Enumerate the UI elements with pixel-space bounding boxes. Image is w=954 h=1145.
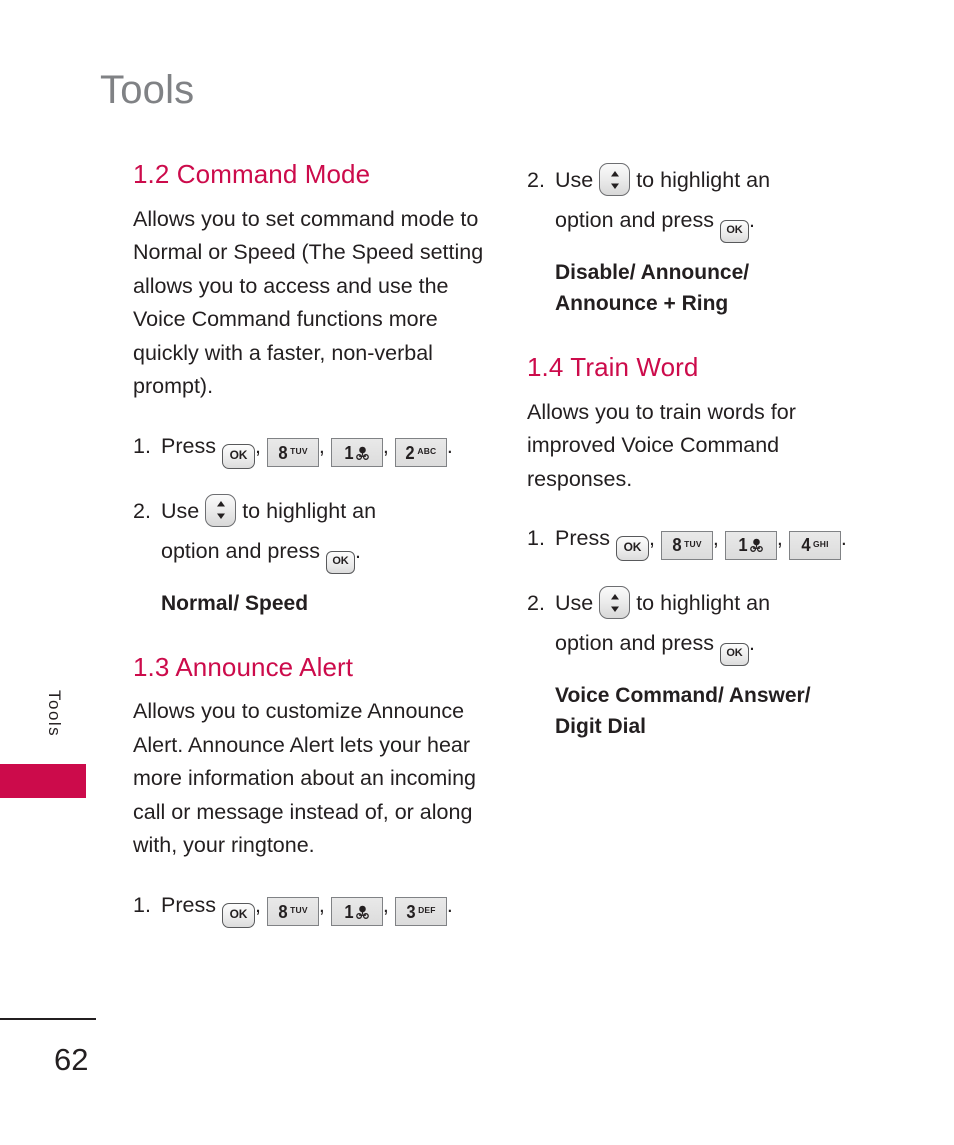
- section-heading: 1.2 Command Mode: [133, 159, 371, 189]
- keypad-4-ghi-icon: 4 GHI: [788, 530, 841, 560]
- options-list-line1: Disable/ Announce/: [555, 261, 750, 284]
- key-sublabel: ABC: [417, 446, 437, 457]
- key-sublabel: DEF: [418, 905, 436, 916]
- step-text: to highlight an: [636, 591, 771, 616]
- step-text: option and press: [555, 631, 714, 656]
- ok-key-icon: OK: [615, 536, 649, 562]
- right-column: 2. Use to highlight an option and press …: [527, 160, 887, 742]
- key-digit: 1: [738, 535, 748, 556]
- navigation-up-down-icon: [599, 586, 631, 620]
- keypad-1-voicemail-icon: 1: [724, 530, 777, 560]
- step-number: 2.: [527, 168, 545, 192]
- key-digit: 4: [801, 535, 811, 556]
- keypad-2-abc-icon: 2 ABC: [394, 438, 447, 468]
- comma: ,: [254, 892, 261, 917]
- key-digit: 8: [278, 442, 288, 463]
- keypad-3-def-icon: 3 DEF: [394, 897, 447, 927]
- keypad-8-tuv-icon: 8 TUV: [266, 438, 319, 468]
- section-announce-alert: 1.3 Announce Alert Allows you to customi…: [133, 651, 493, 928]
- keypad-1-voicemail-icon: 1: [330, 438, 383, 468]
- step-text: option and press: [161, 538, 320, 563]
- section-body: Allows you to set command mode to Normal…: [133, 206, 484, 399]
- ok-key-icon: OK: [719, 220, 749, 243]
- key-digit: 1: [344, 442, 354, 463]
- options-list: Normal/ Speed: [161, 591, 309, 615]
- key-digit: 3: [406, 901, 416, 922]
- step-press: 1. Press OK, 8 TUV , 1: [133, 885, 493, 928]
- section-command-mode: 1.2 Command Mode Allows you to set comma…: [133, 160, 493, 619]
- comma: ,: [648, 526, 655, 551]
- step-use-navigation: 2. Use to highlight an option and press …: [133, 491, 493, 574]
- ok-key-icon: OK: [325, 550, 355, 574]
- comma: ,: [318, 433, 325, 458]
- step-verb: Use: [161, 498, 200, 523]
- step-text: to highlight an: [636, 168, 771, 192]
- step-verb: Press: [161, 892, 216, 917]
- step-press: 1. Press OK, 8 TUV , 1: [133, 426, 493, 469]
- options-list-line1: Voice Command/ Answer/: [555, 684, 811, 708]
- step-number: 2.: [133, 498, 151, 523]
- comma: ,: [254, 433, 261, 458]
- section-body: Allows you to train words for improved V…: [527, 399, 796, 491]
- options-list-line2: Digit Dial: [555, 715, 647, 739]
- step-verb: Use: [555, 591, 594, 616]
- step-number: 1.: [133, 892, 151, 917]
- ok-key-icon: OK: [719, 643, 749, 667]
- step-number: 1.: [527, 526, 545, 551]
- step-number: 2.: [527, 591, 545, 616]
- page-number: 62: [54, 1042, 89, 1077]
- step-press: 1. Press OK, 8 TUV , 1: [527, 518, 887, 562]
- step-number: 1.: [133, 433, 151, 458]
- section-heading: 1.3 Announce Alert: [133, 651, 354, 682]
- navigation-up-down-icon: [205, 493, 237, 527]
- options-list-line2: Announce + Ring: [555, 292, 729, 315]
- key-sublabel: TUV: [290, 905, 308, 916]
- section-heading: 1.4 Train Word: [527, 352, 699, 382]
- ok-key-icon: OK: [221, 902, 255, 928]
- comma: ,: [776, 526, 783, 551]
- period: .: [748, 208, 755, 232]
- comma: ,: [712, 526, 719, 551]
- ok-key-icon: OK: [221, 443, 255, 469]
- key-digit: 2: [405, 442, 415, 463]
- comma: ,: [382, 433, 389, 458]
- voicemail-icon: [356, 905, 370, 919]
- period: .: [446, 892, 453, 917]
- key-sublabel: GHI: [813, 538, 829, 549]
- key-digit: 8: [278, 901, 288, 922]
- footer-divider: [0, 1018, 96, 1020]
- keypad-1-voicemail-icon: 1: [330, 897, 383, 927]
- key-sublabel: TUV: [684, 538, 702, 549]
- key-digit: 8: [672, 535, 682, 556]
- left-column: 1.2 Command Mode Allows you to set comma…: [133, 160, 493, 928]
- period: .: [446, 433, 453, 458]
- voicemail-icon: [750, 538, 764, 553]
- side-tab-label: Tools: [45, 690, 64, 738]
- step-use-navigation: 2. Use to highlight an option and press …: [527, 583, 887, 667]
- period: .: [840, 526, 847, 551]
- step-verb: Use: [555, 168, 594, 192]
- step-text: option and press: [555, 208, 714, 232]
- period: .: [354, 538, 361, 563]
- section-train-word: 1.4 Train Word Allows you to train words…: [527, 353, 887, 742]
- step-use-navigation: 2. Use to highlight an option and press …: [527, 160, 887, 243]
- key-sublabel: TUV: [290, 446, 308, 457]
- comma: ,: [318, 892, 325, 917]
- step-text: to highlight an: [242, 498, 377, 523]
- keypad-8-tuv-icon: 8 TUV: [266, 897, 319, 927]
- section-body: Allows you to customize Announce Alert. …: [133, 699, 476, 858]
- voicemail-icon: [356, 446, 370, 460]
- page-title: Tools: [100, 68, 195, 112]
- comma: ,: [382, 892, 389, 917]
- keypad-8-tuv-icon: 8 TUV: [660, 530, 713, 560]
- step-verb: Press: [555, 526, 610, 551]
- key-digit: 1: [344, 901, 354, 922]
- step-verb: Press: [161, 433, 216, 458]
- navigation-up-down-icon: [599, 163, 631, 196]
- side-tab-marker: [0, 764, 86, 798]
- period: .: [748, 631, 755, 656]
